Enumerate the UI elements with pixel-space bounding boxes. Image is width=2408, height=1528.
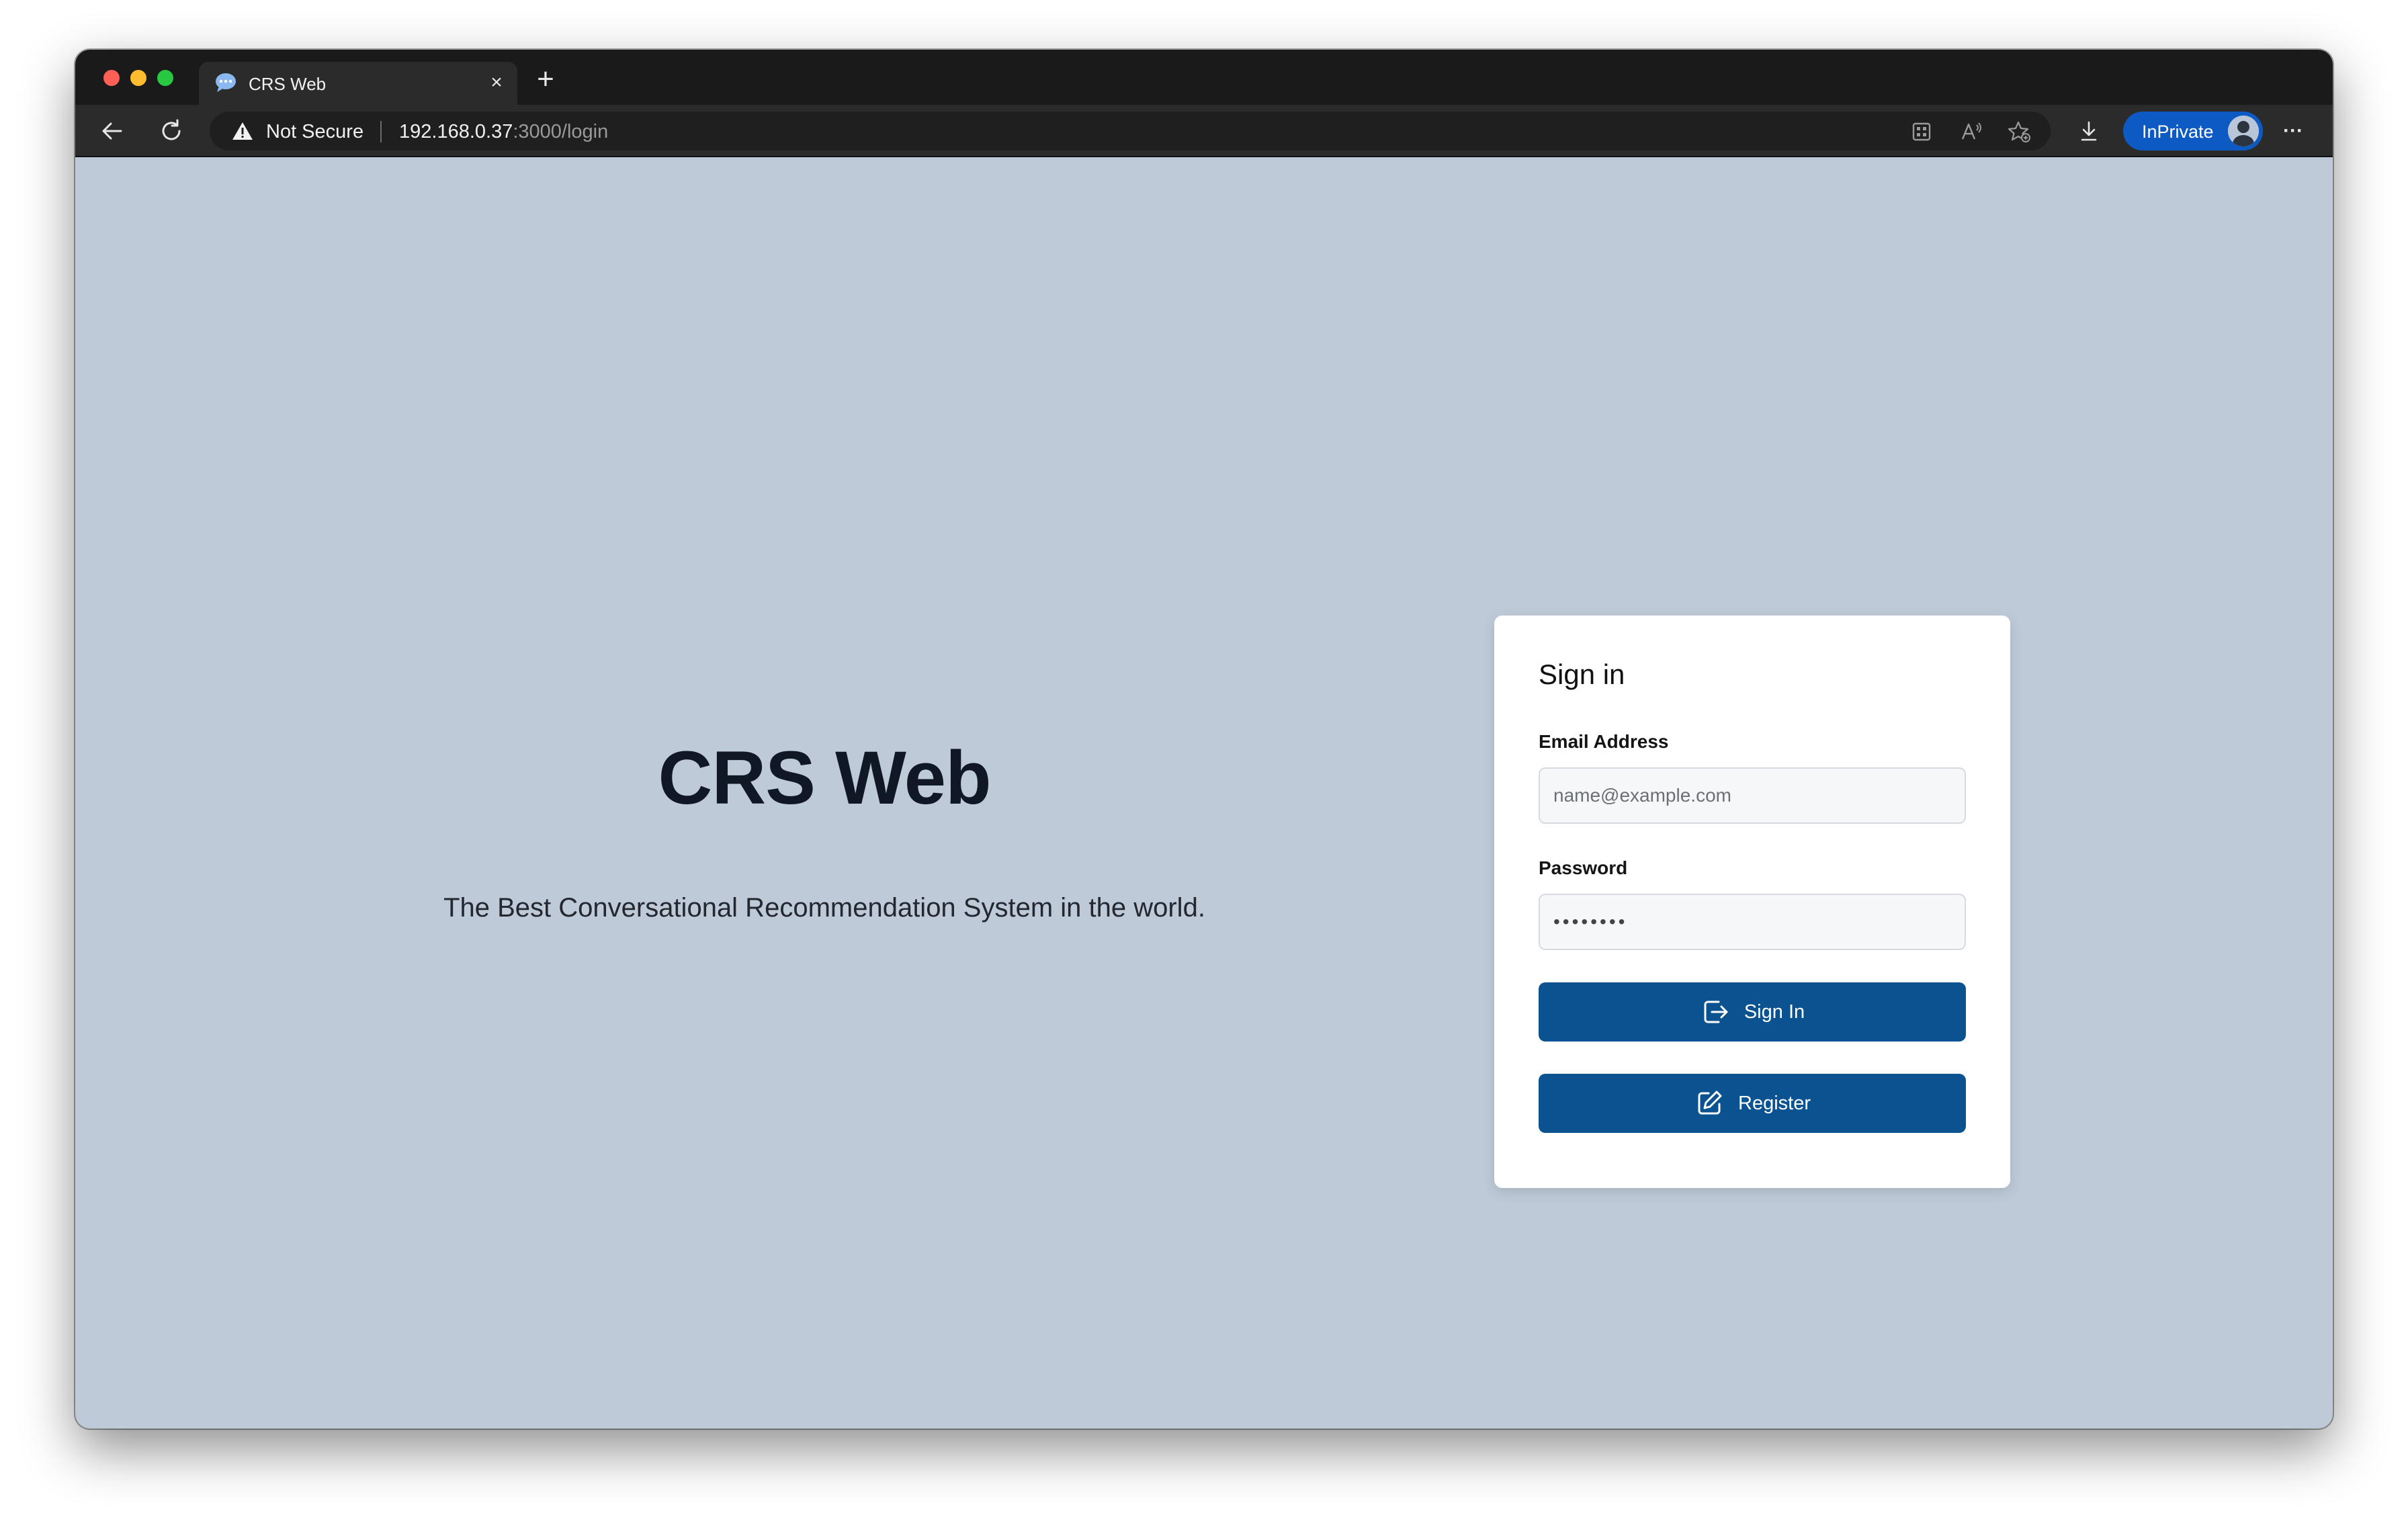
download-icon	[2081, 121, 2097, 141]
read-aloud-icon[interactable]	[1959, 120, 1983, 144]
signin-button[interactable]: Sign In	[1539, 982, 1966, 1042]
inprivate-label: InPrivate	[2142, 122, 2214, 142]
minimize-window-button[interactable]	[130, 70, 146, 86]
signin-button-label: Sign In	[1744, 1001, 1805, 1023]
downloads-button[interactable]	[2072, 114, 2106, 148]
tab-crs-web[interactable]: CRS Web ×	[199, 62, 517, 105]
email-input[interactable]	[1539, 767, 1966, 824]
chat-bubble-icon	[216, 73, 236, 92]
register-button-label: Register	[1738, 1092, 1811, 1114]
apps-icon[interactable]	[1909, 120, 1934, 144]
hero-title: CRS Web	[658, 736, 992, 820]
password-label: Password	[1539, 857, 1628, 878]
more-menu-icon[interactable]: ···	[2276, 114, 2310, 148]
address-bar[interactable]: Not Secure 192.168.0.37:3000/login	[210, 112, 2051, 151]
add-favorite-icon[interactable]	[2008, 120, 2032, 144]
reload-icon	[162, 119, 181, 140]
url-host: 192.168.0.37	[399, 121, 513, 142]
tab-title: CRS Web	[249, 74, 327, 94]
password-input[interactable]	[1539, 894, 1966, 950]
close-window-button[interactable]	[103, 70, 120, 86]
back-arrow-icon	[102, 122, 122, 140]
url-path: :3000/login	[513, 121, 609, 142]
edit-icon	[1698, 1091, 1722, 1115]
email-label: Email Address	[1539, 731, 1669, 752]
login-page: CRS Web The Best Conversational Recommen…	[75, 157, 2333, 1429]
register-button[interactable]: Register	[1539, 1074, 1966, 1133]
signin-heading: Sign in	[1539, 659, 1625, 690]
url-text[interactable]: 192.168.0.37:3000/login	[399, 120, 608, 143]
signin-card: Sign in Email Address Password Sign In R…	[1494, 616, 2010, 1188]
browser-toolbar: Not Secure 192.168.0.37:3000/login InPri…	[75, 105, 2333, 157]
browser-window: CRS Web × + Not Secure 192.168.0.37:3000…	[75, 50, 2333, 1429]
tab-strip: CRS Web × +	[75, 50, 2333, 105]
address-separator	[380, 121, 382, 142]
security-label[interactable]: Not Secure	[266, 120, 363, 143]
maximize-window-button[interactable]	[157, 70, 173, 86]
warning-icon	[232, 122, 253, 140]
new-tab-button[interactable]: +	[532, 65, 559, 94]
tab-close-icon[interactable]: ×	[485, 71, 508, 94]
reload-button[interactable]	[155, 114, 188, 148]
hero-tagline: The Best Conversational Recommendation S…	[443, 893, 1205, 923]
profile-avatar-icon	[2228, 116, 2259, 146]
back-button[interactable]	[95, 114, 129, 148]
login-icon	[1704, 1001, 1728, 1023]
inprivate-profile-button[interactable]: InPrivate	[2123, 112, 2263, 151]
